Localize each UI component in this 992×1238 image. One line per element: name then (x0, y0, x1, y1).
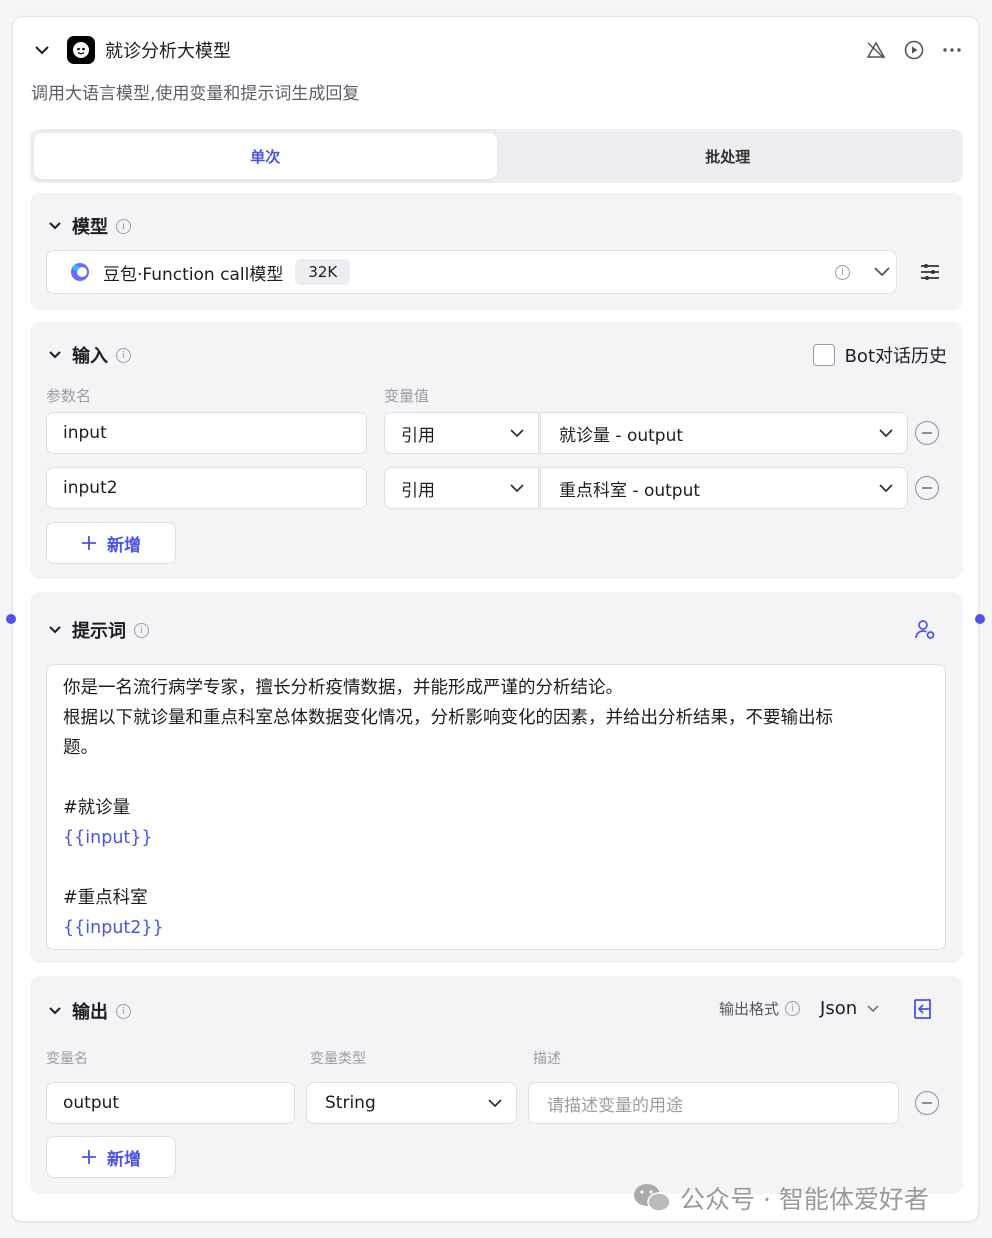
input-section-title: 输入 (72, 346, 108, 367)
remove-row-button[interactable] (915, 476, 939, 500)
node-description: 调用大语言模型,使用变量和提示词生成回复 (31, 84, 360, 104)
col-var-value: 变量值 (384, 387, 430, 405)
left-connection-port[interactable] (6, 614, 16, 624)
watermark: 公众号 · 智能体爱好者 (632, 1180, 929, 1216)
model-section: 模型 i 豆包·Function call模型 32K i (30, 193, 963, 310)
info-icon[interactable]: i (116, 1003, 131, 1019)
col-desc: 描述 (533, 1051, 561, 1067)
context-badge: 32K (295, 259, 351, 285)
output-section-title: 输出 (72, 1002, 108, 1023)
node-header: 就诊分析大模型 (33, 35, 962, 65)
history-label: Bot对话历史 (844, 346, 947, 367)
doubao-logo-icon (69, 261, 91, 283)
prompt-line: 题。 (63, 738, 98, 758)
prompt-line: #重点科室 (63, 888, 148, 908)
model-info-icon[interactable]: i (835, 264, 850, 280)
output-type-label: String (325, 1093, 376, 1113)
import-icon[interactable] (912, 998, 934, 1020)
col-var-name: 变量名 (46, 1051, 88, 1067)
info-icon[interactable]: i (785, 1001, 801, 1016)
output-section: 输出 i 输出格式 i Json 变量名 变量类型 描述 output Stri… (30, 976, 963, 1194)
right-connection-port[interactable] (975, 614, 985, 624)
prompt-section: 提示词 i 你是一名流行病学专家，擅长分析疫情数据，并能形成严谨的分析结论。 根… (30, 592, 963, 963)
prompt-editor[interactable]: 你是一名流行病学专家，擅长分析疫情数据，并能形成严谨的分析结论。 根据以下就诊量… (46, 664, 946, 950)
input-section: 输入 i Bot对话历史 参数名 变量值 input 引用 就诊量 - outp… (30, 322, 963, 579)
watermark-text: 公众号 · 智能体爱好者 (680, 1185, 929, 1214)
add-output-label: 新增 (107, 1149, 141, 1170)
model-settings-icon[interactable] (919, 262, 941, 282)
col-var-type: 变量类型 (310, 1051, 366, 1067)
warning-off-icon[interactable] (866, 40, 886, 60)
chevron-down-icon[interactable] (874, 267, 890, 277)
node-title[interactable]: 就诊分析大模型 (105, 37, 231, 63)
chevron-down-icon (879, 483, 893, 493)
input-collapse-chevron-icon[interactable] (46, 346, 64, 364)
plus-icon (82, 1150, 96, 1164)
col-param-name: 参数名 (46, 387, 92, 405)
add-input-button[interactable]: 新增 (46, 522, 176, 564)
prompt-variable: {{input2}} (63, 918, 164, 938)
chevron-down-icon (879, 428, 893, 438)
mode-tabs: 单次 批处理 (30, 129, 963, 183)
info-icon[interactable]: i (134, 622, 149, 638)
prompt-variable: {{input}} (63, 828, 153, 848)
collapse-chevron-icon[interactable] (33, 41, 51, 59)
prompt-section-title: 提示词 (72, 621, 126, 642)
tab-batch[interactable]: 批处理 (497, 133, 960, 179)
remove-output-button[interactable] (915, 1091, 939, 1115)
chevron-down-icon (488, 1098, 502, 1108)
chevron-down-icon[interactable] (867, 1004, 879, 1013)
param-name-input[interactable]: input2 (46, 467, 367, 509)
plus-icon (82, 536, 96, 550)
run-icon[interactable] (904, 40, 924, 60)
prompt-line: 根据以下就诊量和重点科室总体数据变化情况，分析影响变化的因素，并给出分析结果，不… (63, 708, 833, 728)
chevron-down-icon (510, 428, 524, 438)
remove-row-button[interactable] (915, 421, 939, 445)
add-output-button[interactable]: 新增 (46, 1136, 176, 1178)
param-name-input[interactable]: input (46, 412, 367, 454)
prompt-line: 你是一名流行病学专家，擅长分析疫情数据，并能形成严谨的分析结论。 (63, 678, 623, 698)
model-select[interactable]: 豆包·Function call模型 32K i (46, 250, 897, 294)
user-settings-icon[interactable] (914, 618, 936, 640)
output-desc-input[interactable]: 请描述变量的用途 (528, 1082, 899, 1124)
var-value-label: 就诊量 - output (559, 425, 684, 446)
chevron-down-icon (510, 483, 524, 493)
more-icon[interactable] (942, 40, 962, 60)
output-name-input[interactable]: output (46, 1082, 295, 1124)
tab-single[interactable]: 单次 (34, 133, 497, 179)
output-format-label: 输出格式 (719, 1000, 780, 1018)
output-collapse-chevron-icon[interactable] (46, 1002, 64, 1020)
model-collapse-chevron-icon[interactable] (46, 217, 64, 235)
info-icon[interactable]: i (116, 347, 131, 363)
var-value-select[interactable]: 就诊量 - output (540, 412, 908, 454)
ref-type-label: 引用 (401, 425, 435, 446)
model-section-title: 模型 (72, 217, 108, 238)
prompt-collapse-chevron-icon[interactable] (46, 621, 64, 639)
ref-type-select[interactable]: 引用 (384, 467, 539, 509)
node-logo-icon (67, 36, 95, 64)
prompt-line: #就诊量 (63, 798, 131, 818)
var-value-label: 重点科室 - output (559, 480, 701, 501)
ref-type-select[interactable]: 引用 (384, 412, 539, 454)
llm-node-card[interactable]: 就诊分析大模型 调用大语言模型,使用变量和提示词生成回复 单次 批处理 模型 i (12, 16, 979, 1222)
info-icon[interactable]: i (116, 218, 131, 234)
ref-type-label: 引用 (401, 480, 435, 501)
history-checkbox[interactable] (812, 344, 835, 366)
bot-history-toggle[interactable]: Bot对话历史 (812, 342, 947, 368)
var-value-select[interactable]: 重点科室 - output (540, 467, 908, 509)
add-input-label: 新增 (107, 535, 141, 556)
output-type-select[interactable]: String (306, 1082, 517, 1124)
wechat-icon (634, 1184, 671, 1212)
output-format-value[interactable]: Json (820, 998, 857, 1019)
model-name: 豆包·Function call模型 (103, 264, 284, 285)
